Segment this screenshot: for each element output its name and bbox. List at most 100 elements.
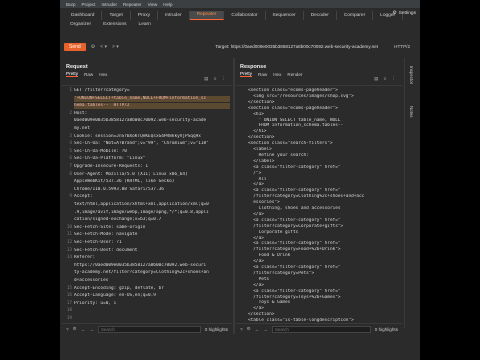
send-button[interactable]: Send xyxy=(64,43,86,51)
code-line[interactable]: Sec-Fetch-User: ?1 xyxy=(74,240,230,246)
help-icon[interactable]: ? xyxy=(240,327,243,332)
back-icon[interactable]: ← xyxy=(255,327,260,332)
code-line[interactable]: Accept: xyxy=(74,194,230,200)
tab-dashboard[interactable]: Dashboard xyxy=(64,10,103,20)
code-line[interactable]: Referer: xyxy=(74,255,230,261)
response-panel: Response Pretty Raw Hex Render ▤ ≡ ⋮ <secti… xyxy=(236,58,402,334)
code-line[interactable]: .9,image/avif,image/webp,image/apng,*/*;… xyxy=(74,210,230,216)
line-number: 9 xyxy=(69,194,72,200)
code-line[interactable]: Priority: u=0, i xyxy=(74,301,230,307)
tab-learn[interactable]: Learn xyxy=(133,22,157,27)
burp-window: Burp Project Intruder Repeater View Help Dash… xyxy=(60,0,420,360)
request-highlight-count: 0 highlights xyxy=(204,326,228,332)
code-line[interactable]: 0aed009e0035b3858127a8b00c70092.web-secu… xyxy=(74,118,230,124)
tab-decoder[interactable]: Decoder xyxy=(304,10,337,20)
view-tab-hex[interactable]: Hex xyxy=(273,72,281,77)
line-number: 18 xyxy=(66,308,72,314)
gear-icon: ⚙ xyxy=(392,11,397,16)
panel-divider[interactable] xyxy=(233,58,235,334)
tab-intruder[interactable]: Intruder xyxy=(158,10,190,20)
settings-button[interactable]: ⚙ Settings xyxy=(392,11,416,16)
menu-item[interactable]: Repeater xyxy=(123,2,142,7)
code-line[interactable]: hema.tables-- HTTP/2 xyxy=(74,103,230,110)
forward-icon[interactable]: → xyxy=(263,327,268,332)
back-arrow-icon[interactable]: < ▾ xyxy=(100,44,107,50)
code-line[interactable]: <table class="is-table-longdescription"> xyxy=(248,318,400,322)
code-line[interactable]: Sec-Ch-Ua: "Not=A?Brand";v="99", "Chromi… xyxy=(74,141,230,147)
menu-item[interactable]: Project xyxy=(82,2,96,7)
back-icon[interactable]: ← xyxy=(81,327,86,332)
tab-collaborator[interactable]: Collaborator xyxy=(224,10,266,20)
code-line[interactable]: Sec-Ch-Ua-Mobile: ?0 xyxy=(74,149,230,155)
request-panel: Request Pretty Raw Hex ▤ ≡ ⋮ 1 GET /filter?… xyxy=(62,58,232,334)
view-tab-raw[interactable]: Raw xyxy=(258,72,267,77)
tab-organizer[interactable]: Organizer xyxy=(64,22,97,27)
request-title: Request xyxy=(66,64,88,70)
line-number: 4 xyxy=(69,141,72,147)
line-number: 19 xyxy=(66,316,72,321)
request-view-icons[interactable]: ▤ ≡ ⋮ xyxy=(204,76,228,82)
line-number: 6 xyxy=(69,156,72,162)
secondary-tabs: Organizer Extensions Learn xyxy=(60,20,420,29)
tab-comparer[interactable]: Comparer xyxy=(337,10,374,20)
settings-label: Settings xyxy=(398,11,416,16)
settings-icon[interactable]: ⚙ xyxy=(73,326,77,332)
code-line[interactable]: Sec-Fetch-Dest: document xyxy=(74,248,230,254)
request-footer: ? ⚙ ← → Search 0 highlights xyxy=(62,323,232,334)
inspector-sidebar: Inspector Notes xyxy=(404,58,420,328)
request-editor[interactable]: 1 GET /filter?category= '+UNION+SELECT+tab… xyxy=(62,85,232,322)
view-tab-raw[interactable]: Raw xyxy=(84,72,93,77)
view-tab-pretty[interactable]: Pretty xyxy=(66,71,78,77)
code-line[interactable]: https://0aed009e0035b3858127a8b00c70092.… xyxy=(74,263,230,269)
code-line[interactable]: '+UNION+SELECT+table_name,NULL+FROM+info… xyxy=(74,95,230,102)
forward-arrow-icon[interactable]: > ▾ xyxy=(112,44,119,50)
cancel-icon[interactable]: ⚙ xyxy=(91,44,95,50)
inspector-tab[interactable]: Inspector xyxy=(409,66,414,84)
code-line[interactable]: Accept-Encoding: gzip, deflate, br xyxy=(74,286,230,292)
code-line[interactable]: Sec-Fetch-Mode: navigate xyxy=(74,232,230,238)
line-number: 7 xyxy=(69,164,72,169)
menu-item[interactable]: Help xyxy=(163,2,172,7)
code-line[interactable]: Cookie: session=JnSrBXoKTQeKEQsxG4PR8kky… xyxy=(74,134,230,140)
notes-tab[interactable]: Notes xyxy=(409,106,414,117)
tab-proxy[interactable]: Proxy xyxy=(131,10,159,20)
code-line[interactable]: Upgrade-Insecure-Requests: 1 xyxy=(74,164,230,170)
code-line[interactable]: Sec-Ch-Ua-Platform: "Linux" xyxy=(74,156,230,162)
tab-repeater[interactable]: Repeater xyxy=(189,10,225,20)
target-url[interactable]: Target: https://0aed009e0035b3858127a8b0… xyxy=(215,44,378,49)
code-line[interactable]: cation/signed-exchange;v=b3;q=0.7 xyxy=(74,217,230,223)
tab-target[interactable]: Target xyxy=(102,10,131,20)
code-line[interactable]: my.net xyxy=(74,126,230,132)
forward-icon[interactable]: → xyxy=(89,327,94,332)
code-line[interactable]: AppleWebKit/537.36 (KHTML, like Gecko) xyxy=(74,179,230,185)
code-line[interactable]: Host: xyxy=(74,111,230,117)
help-icon[interactable]: ? xyxy=(66,327,69,332)
response-footer: ? ⚙ ← → Search 0 highlights xyxy=(236,323,402,334)
menu-item[interactable]: Intruder xyxy=(102,2,118,7)
settings-icon[interactable]: ⚙ xyxy=(247,326,251,332)
code-line[interactable]: text/html,application/xhtml+xml,applicat… xyxy=(74,202,230,208)
code-line[interactable]: User-Agent: Mozilla/5.0 (X11; Linux x86_… xyxy=(74,172,230,178)
line-number: 14 xyxy=(66,255,72,261)
response-editor[interactable]: <section class="ecoms-pageheader"> <img … xyxy=(236,85,402,322)
menu-item[interactable]: View xyxy=(148,2,158,7)
request-search-input[interactable]: Search xyxy=(97,325,201,333)
view-tab-render[interactable]: Render xyxy=(287,72,302,77)
code-line[interactable]: Sec-Fetch-Site: same-origin xyxy=(74,225,230,231)
tab-extensions[interactable]: Extensions xyxy=(97,22,132,27)
protocol-label: HTTP/2 xyxy=(394,44,410,49)
code-line[interactable]: Chrome/118.0.5993.88 Safari/537.36 xyxy=(74,187,230,193)
code-line[interactable]: ty-academy.net/filter?category=Clothing%… xyxy=(74,270,230,276)
tab-sequencer[interactable]: Sequencer xyxy=(266,10,304,20)
view-tab-hex[interactable]: Hex xyxy=(99,72,107,77)
code-line[interactable]: GET /filter?category= xyxy=(74,88,230,94)
code-line[interactable]: d+accessories xyxy=(74,278,230,284)
view-tab-pretty[interactable]: Pretty xyxy=(240,71,252,77)
response-search-input[interactable]: Search xyxy=(271,325,371,333)
code-line[interactable]: Accept-Language: en-US,en;q=0.9 xyxy=(74,293,230,299)
response-view-icons[interactable]: ▤ ≡ ⋮ xyxy=(374,76,398,82)
menu-item[interactable]: Burp xyxy=(66,2,76,7)
line-number: 12 xyxy=(66,240,72,245)
line-number: 2 xyxy=(69,110,72,116)
line-number: 8 xyxy=(69,171,72,177)
